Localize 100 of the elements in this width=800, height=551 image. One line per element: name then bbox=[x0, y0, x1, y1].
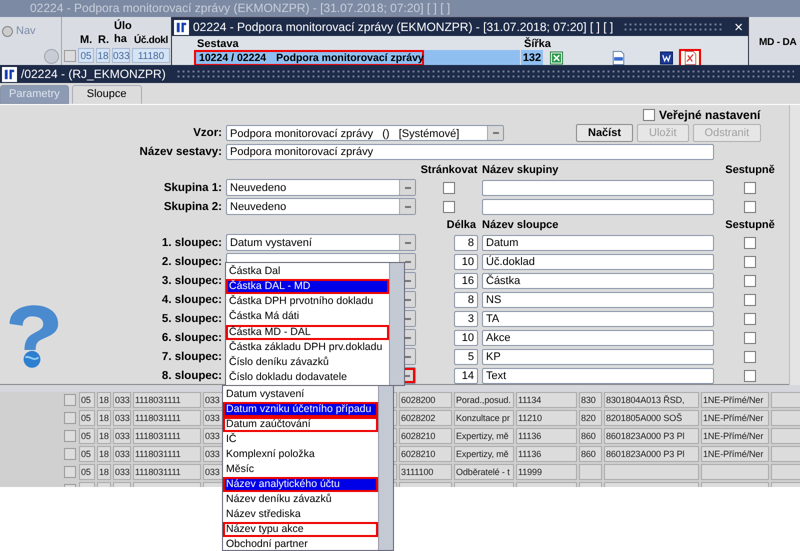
input-field[interactable]: Akce bbox=[482, 330, 714, 346]
field-label: 3. sloupec: bbox=[160, 274, 222, 286]
scrollbar[interactable] bbox=[789, 105, 800, 385]
table-cell: 05 bbox=[79, 446, 95, 462]
table-cell bbox=[701, 464, 769, 480]
field-label: 2. sloupec: bbox=[160, 256, 222, 268]
length-field[interactable]: 16 bbox=[454, 272, 478, 288]
table-cell: 05 bbox=[79, 392, 95, 408]
table-cell: 1NE-Přímé/Ner bbox=[701, 410, 769, 426]
table-cell: 11210 bbox=[516, 410, 577, 426]
input-field[interactable]: Částka bbox=[482, 272, 714, 288]
table-cell: 6028210 bbox=[399, 446, 452, 462]
dialog-title: 02224 - Podpora monitorovací zprávy (EKMONZPR) - [31.07.2018; 07:20] [ ] [ ] bbox=[193, 20, 614, 34]
group-dropdown[interactable]: Neuvedeno bbox=[226, 179, 416, 196]
scrollbar[interactable] bbox=[389, 263, 404, 385]
checkbox-label: Veřejné nastavení bbox=[659, 108, 760, 122]
row-checkbox[interactable] bbox=[64, 448, 76, 460]
tab[interactable]: Sloupce bbox=[72, 85, 142, 104]
table-cell: 1118031111 bbox=[133, 428, 201, 444]
table-cell: 033 bbox=[113, 392, 131, 408]
checkbox[interactable] bbox=[744, 294, 756, 306]
field-label: 1. sloupec: bbox=[160, 236, 222, 248]
list-item[interactable]: Název analytického účtu bbox=[223, 477, 378, 492]
input-field[interactable]: Podpora monitorovací zprávy bbox=[226, 144, 714, 160]
length-field[interactable]: 3 bbox=[454, 310, 478, 326]
input-field[interactable]: Text bbox=[482, 368, 714, 384]
list-item[interactable]: Částka DAL - MD bbox=[226, 279, 389, 294]
list-item[interactable]: Název deníku závazků bbox=[223, 492, 378, 507]
table-cell: 6028200 bbox=[399, 392, 452, 408]
list-item[interactable]: Název typu akce bbox=[223, 522, 378, 537]
input-field[interactable]: NS bbox=[482, 292, 714, 308]
list-item[interactable]: Částka Má dáti bbox=[226, 309, 389, 324]
template-dropdown[interactable]: Podpora monitorovací zprávy () [Systémové] bbox=[226, 124, 504, 140]
table-cell: 11136 bbox=[516, 446, 577, 462]
row-checkbox[interactable] bbox=[64, 50, 76, 62]
input-field[interactable]: TA bbox=[482, 310, 714, 326]
input-field[interactable] bbox=[482, 198, 714, 214]
column-header: Název sloupce bbox=[482, 218, 560, 230]
table-cell: 18 bbox=[97, 392, 111, 408]
input-field[interactable]: Datum bbox=[482, 234, 714, 250]
row-checkbox[interactable] bbox=[64, 466, 76, 478]
checkbox[interactable] bbox=[744, 236, 756, 248]
list-item[interactable]: Číslo deníku závazků bbox=[226, 354, 389, 370]
list-item[interactable]: Obchodní partner bbox=[223, 537, 378, 551]
column-header: M. bbox=[80, 34, 94, 46]
table-cell: 860 bbox=[579, 446, 602, 462]
checkbox[interactable] bbox=[744, 312, 756, 324]
row-checkbox[interactable] bbox=[64, 394, 76, 406]
length-field[interactable]: 10 bbox=[454, 330, 478, 346]
list-item[interactable]: Částka Dal bbox=[226, 264, 389, 280]
row-checkbox[interactable] bbox=[64, 412, 76, 424]
list-item[interactable]: Číslo dokladu dodavatele bbox=[226, 370, 389, 385]
window-title: /02224 - (RJ_EKMONZPR) bbox=[21, 67, 166, 81]
table-cell: 1118031111 bbox=[133, 464, 201, 480]
column-header: Sestupně bbox=[724, 164, 776, 176]
field-label: Skupina 2: bbox=[162, 200, 222, 212]
list-item[interactable]: Datum vzniku účetního případu bbox=[223, 402, 378, 417]
table-cell: 18 bbox=[97, 428, 111, 444]
length-field[interactable]: 5 bbox=[454, 348, 478, 364]
table-cell: 1NE-Přímé/Ner bbox=[701, 446, 769, 462]
field-label: 4. sloupec: bbox=[160, 294, 222, 306]
length-field[interactable]: 8 bbox=[454, 234, 478, 250]
checkbox[interactable] bbox=[744, 182, 756, 194]
table-cell: 860 bbox=[579, 428, 602, 444]
table-cell: 033 bbox=[113, 464, 131, 480]
action-button[interactable]: Načíst bbox=[576, 124, 634, 142]
checkbox[interactable] bbox=[744, 332, 756, 344]
length-field[interactable]: 8 bbox=[454, 292, 478, 308]
field-label: Vzor: bbox=[192, 126, 222, 138]
list-item[interactable]: Částka základu DPH prv.dokladu bbox=[226, 340, 389, 355]
column-dropdown[interactable]: Datum vystavení bbox=[226, 234, 416, 251]
list-item[interactable]: Název střediska bbox=[223, 507, 378, 522]
input-field[interactable]: Úč.doklad bbox=[482, 254, 714, 270]
checkbox[interactable] bbox=[643, 108, 655, 120]
table-cell bbox=[579, 464, 602, 480]
document-icon bbox=[612, 51, 624, 65]
checkbox[interactable] bbox=[744, 350, 756, 362]
table-cell: 132 bbox=[521, 50, 543, 66]
radio-button[interactable] bbox=[2, 26, 13, 36]
list-item[interactable]: Částka DPH prvotního dokladu bbox=[226, 294, 389, 310]
length-field[interactable]: 10 bbox=[454, 254, 478, 270]
group-dropdown[interactable]: Neuvedeno bbox=[226, 198, 416, 215]
checkbox[interactable] bbox=[443, 182, 455, 194]
input-field[interactable]: KP bbox=[482, 348, 714, 364]
export-button[interactable] bbox=[657, 49, 675, 67]
field-label: Název sestavy: bbox=[138, 146, 222, 158]
export-button[interactable] bbox=[547, 49, 565, 67]
list-item[interactable]: Částka MD - DAL bbox=[226, 324, 389, 340]
scrollbar[interactable] bbox=[378, 386, 393, 550]
table-cell: 05 bbox=[79, 428, 95, 444]
length-field[interactable]: 14 bbox=[454, 368, 478, 384]
checkbox[interactable] bbox=[744, 256, 756, 268]
input-field[interactable] bbox=[482, 180, 714, 196]
checkbox[interactable] bbox=[744, 370, 756, 382]
checkbox[interactable] bbox=[744, 200, 756, 212]
checkbox[interactable] bbox=[443, 200, 455, 212]
row-checkbox[interactable] bbox=[64, 430, 76, 442]
checkbox[interactable] bbox=[744, 274, 756, 286]
column-header: Sestava bbox=[197, 38, 239, 50]
close-button[interactable]: × bbox=[734, 18, 748, 36]
